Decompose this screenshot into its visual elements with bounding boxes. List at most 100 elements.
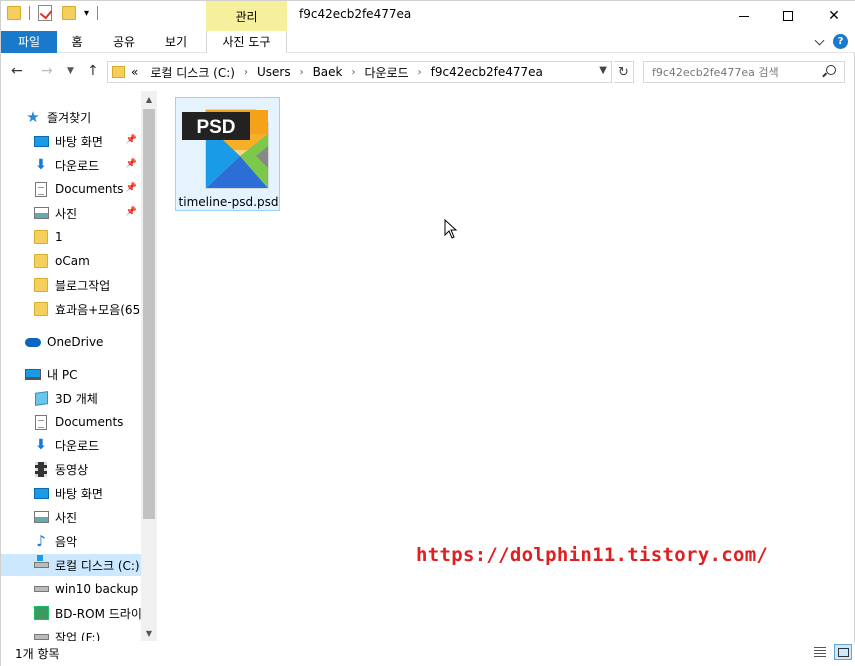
ribbon-tabs: 파일 홈 공유 보기 사진 도구 ? [1,31,855,53]
recent-locations-icon[interactable]: ▼ [67,66,74,76]
breadcrumb-overflow[interactable]: « [131,65,138,79]
sidebar-item-this-pc[interactable]: 내 PC [25,363,141,385]
sidebar-item-onedrive[interactable]: OneDrive [25,331,141,353]
sidebar-item-label: 바탕 화면 [55,134,103,149]
sidebar-item-pc-documents[interactable]: Documents [33,411,141,433]
breadcrumb-separator-icon[interactable]: › [418,67,422,78]
scroll-up-icon[interactable]: ▲ [141,91,157,107]
sidebar-item-label: 음악 [55,534,78,549]
tab-view[interactable]: 보기 [151,31,201,53]
music-note-icon: ♪ [36,531,46,550]
manage-context-header: 관리 [206,1,287,31]
breadcrumb-users[interactable]: Users [257,65,291,79]
sidebar-item-videos[interactable]: 동영상 [33,458,141,480]
download-icon: ⬇ [35,157,47,173]
sidebar-item-blog-work[interactable]: 블로그작업 [33,274,141,296]
breadcrumb-current-folder[interactable]: f9c42ecb2fe477ea [431,65,543,79]
cube-icon [33,390,49,406]
file-item[interactable]: PSD timeline-psd.psd [175,97,280,211]
pin-icon: 📌 [125,159,137,169]
computer-icon [25,366,41,382]
sidebar-item-pc-desktop[interactable]: 바탕 화면 [33,482,141,504]
document-icon [33,414,49,430]
sidebar-item-label: 바탕 화면 [55,486,103,501]
breadcrumb-downloads[interactable]: 다운로드 [365,64,409,81]
sidebar-item-pc-downloads[interactable]: ⬇ 다운로드 [33,434,141,456]
forward-arrow-icon[interactable]: → [41,63,53,79]
close-icon: ✕ [828,8,840,24]
sidebar-item-folder-1[interactable]: 1 [33,226,141,248]
breadcrumb-user[interactable]: Baek [313,65,343,79]
sidebar-item-pictures[interactable]: 사진 📌 [33,202,141,224]
address-bar[interactable]: « 로컬 디스크 (C:) › Users › Baek › 다운로드 › f9… [107,61,612,83]
sidebar-item-win10-backup[interactable]: win10 backup (I [33,578,141,600]
sidebar-item-label: Documents [55,415,124,429]
quick-access-toolbar: ▾ [7,5,102,21]
tab-home[interactable]: 홈 [57,31,97,53]
sidebar-scrollbar[interactable]: ▲ ▼ [141,91,157,641]
download-icon: ⬇ [35,437,47,453]
breadcrumb-drive[interactable]: 로컬 디스크 (C:) [150,64,235,81]
refresh-icon[interactable]: ↻ [614,61,634,83]
properties-icon[interactable] [38,5,52,21]
sidebar-item-label: 3D 개체 [55,391,98,406]
customize-toolbar-icon[interactable]: ▾ [84,8,89,19]
sidebar-item-downloads[interactable]: ⬇ 다운로드 📌 [33,154,141,176]
search-box[interactable] [643,61,845,83]
breadcrumb-separator-icon[interactable]: › [300,67,304,78]
pin-icon: 📌 [125,183,137,193]
sidebar-item-work-f[interactable]: 작업 (F:) [33,626,141,641]
pictures-icon [33,205,49,221]
search-input[interactable] [644,62,814,82]
folder-icon [33,277,49,293]
large-icons-view-button[interactable] [834,644,852,660]
close-button[interactable]: ✕ [811,1,855,31]
breadcrumb-separator-icon[interactable]: › [244,67,248,78]
sidebar-item-label: 블로그작업 [55,278,111,293]
sidebar-item-documents[interactable]: Documents 📌 [33,178,141,200]
sidebar-item-label: BD-ROM 드라이 [55,606,141,621]
minimize-button[interactable] [721,1,767,31]
sidebar-item-label: 사진 [55,206,78,221]
title-bar: ▾ 관리 f9c42ecb2fe477ea ✕ [1,1,855,31]
sidebar-item-sound-effects[interactable]: 효과음+모음(65 [33,298,141,320]
desktop-icon [33,133,49,149]
explorer-window: ▾ 관리 f9c42ecb2fe477ea ✕ 파일 홈 공유 보기 사진 도구… [0,0,855,666]
sidebar-item-quick-access[interactable]: ★ 즐겨찾기 [25,106,157,128]
details-view-button[interactable] [811,644,829,660]
sidebar-item-3d-objects[interactable]: 3D 개체 [33,387,141,409]
up-arrow-icon[interactable]: ↑ [87,63,99,79]
sidebar-item-ocam[interactable]: oCam [33,250,141,272]
navigation-bar: ← → ▼ ↑ « 로컬 디스크 (C:) › Users › Baek › 다… [1,57,855,87]
scroll-down-icon[interactable]: ▼ [141,625,157,641]
tab-file[interactable]: 파일 [1,31,57,53]
pin-icon: 📌 [125,207,137,217]
address-history-icon[interactable]: ▼ [599,65,607,76]
disc-drive-icon [33,605,49,621]
sidebar-item-desktop[interactable]: 바탕 화면 📌 [33,130,141,152]
scrollbar-thumb[interactable] [143,109,155,519]
tab-picture-tools[interactable]: 사진 도구 [206,31,287,53]
sidebar-item-local-disk-c[interactable]: 로컬 디스크 (C:) [1,554,141,576]
divider [29,6,30,20]
file-type-badge: PSD [196,117,235,138]
sidebar-item-bd-rom[interactable]: BD-ROM 드라이 [33,602,141,624]
expand-ribbon-icon[interactable] [814,35,825,45]
help-icon[interactable]: ? [833,34,848,49]
sidebar-item-label: 효과음+모음(65 [55,302,141,317]
tab-share[interactable]: 공유 [101,31,147,53]
back-arrow-icon[interactable]: ← [11,63,23,79]
status-bar: 1개 항목 [1,642,855,666]
breadcrumb-separator-icon[interactable]: › [352,67,356,78]
maximize-button[interactable] [765,1,811,31]
new-folder-icon[interactable] [62,6,76,20]
mouse-cursor-icon [444,219,458,239]
search-icon[interactable] [826,65,836,75]
details-view-icon [814,647,826,657]
document-icon [33,181,49,197]
sidebar-item-pc-pictures[interactable]: 사진 [33,506,141,528]
drive-icon [33,581,49,597]
sidebar-item-music[interactable]: ♪ 음악 [33,530,141,552]
sidebar-item-label: win10 backup (I [55,582,141,596]
sidebar-item-label: 동영상 [55,462,89,477]
